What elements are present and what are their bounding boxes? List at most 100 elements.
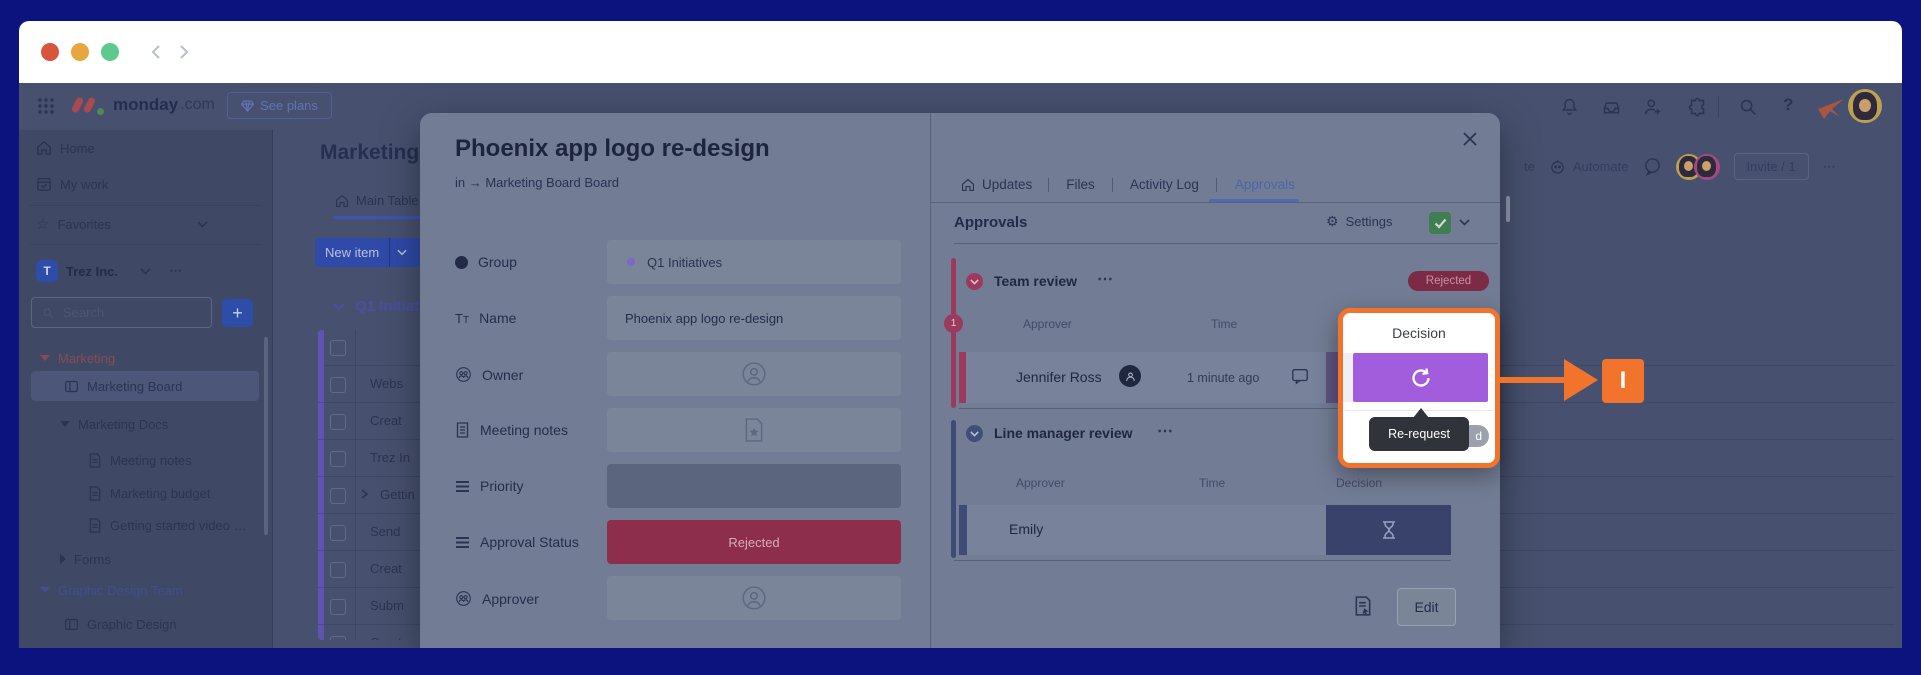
help-icon[interactable]: ? xyxy=(1783,95,1793,115)
sidebar-item-forms[interactable]: Forms xyxy=(60,548,111,570)
board-members-avatars[interactable] xyxy=(1676,154,1720,180)
summary-doc-icon[interactable] xyxy=(1354,596,1372,616)
caret-right-icon xyxy=(60,554,66,564)
field-label-owner: Owner xyxy=(455,366,523,383)
field-value-meeting-notes[interactable] xyxy=(607,408,901,452)
decision-cell-pending[interactable] xyxy=(1326,505,1451,555)
chevron-down-icon[interactable] xyxy=(197,221,208,228)
expand-row-icon[interactable] xyxy=(358,488,370,500)
approval-time: 1 minute ago xyxy=(1187,371,1259,385)
section-title: Team review xyxy=(994,273,1077,289)
tab-approvals[interactable]: Approvals xyxy=(1217,177,1313,192)
row-checkbox[interactable] xyxy=(330,451,346,467)
zoom-window-button[interactable] xyxy=(101,43,119,61)
panel-scrollbar[interactable] xyxy=(1506,196,1510,222)
sidebar-item-my-work[interactable]: My work xyxy=(36,173,108,195)
logo-mark-red xyxy=(71,96,85,113)
sidebar-scrollbar[interactable] xyxy=(264,337,268,535)
tab-main-table[interactable]: Main Table xyxy=(335,193,419,208)
chevron-down-icon[interactable] xyxy=(140,268,151,275)
invite-button[interactable]: Invite / 1 xyxy=(1734,153,1809,180)
calendar-check-icon xyxy=(36,176,52,192)
hourglass-icon xyxy=(1380,520,1398,540)
sidebar-item-marketing-docs[interactable]: Marketing Docs xyxy=(60,413,168,435)
approver-row-emily[interactable]: Emily xyxy=(959,505,1451,555)
minimize-window-button[interactable] xyxy=(71,43,89,61)
sidebar-item-graphic-design[interactable]: Graphic Design xyxy=(64,613,177,635)
field-value-priority[interactable] xyxy=(607,464,901,508)
section-status-pill: Rejected xyxy=(1408,271,1489,291)
workspace-menu-icon[interactable]: ⋯ xyxy=(169,263,183,279)
sidebar-item-marketing-board[interactable]: Marketing Board xyxy=(64,375,182,397)
see-plans-button[interactable]: See plans xyxy=(227,92,332,119)
sidebar-divider xyxy=(29,205,262,206)
select-all-checkbox[interactable] xyxy=(330,340,346,356)
tab-activity-log[interactable]: Activity Log xyxy=(1113,177,1216,192)
inbox-tray-icon[interactable] xyxy=(1601,97,1622,118)
chevron-down-icon[interactable] xyxy=(1459,219,1470,226)
comment-bubble-icon[interactable] xyxy=(1291,367,1309,385)
new-item-button[interactable]: New item xyxy=(315,238,421,267)
nav-back-icon[interactable] xyxy=(147,42,167,62)
truncated-label: te xyxy=(1524,159,1535,174)
nav-forward-icon[interactable] xyxy=(173,42,193,62)
re-request-button[interactable] xyxy=(1353,353,1488,402)
collapse-section-icon[interactable] xyxy=(966,273,983,290)
apps-grid-icon[interactable] xyxy=(36,96,56,116)
row-checkbox[interactable] xyxy=(330,525,346,541)
close-window-button[interactable] xyxy=(41,43,59,61)
text-column-icon: TT xyxy=(455,311,469,326)
chat-bubble-icon[interactable] xyxy=(1643,157,1662,176)
field-value-approver[interactable] xyxy=(607,576,901,620)
row-checkbox[interactable] xyxy=(330,562,346,578)
sidebar-search-input[interactable]: Search xyxy=(31,297,212,328)
sidebar-item-meeting-notes[interactable]: Meeting notes xyxy=(88,449,192,471)
edit-button[interactable]: Edit xyxy=(1397,588,1456,626)
apps-marketplace-puzzle-icon[interactable] xyxy=(1687,96,1709,118)
user-avatar[interactable] xyxy=(1848,89,1882,123)
row-checkbox[interactable] xyxy=(330,488,346,504)
sidebar-workspace-trez[interactable]: T Trez Inc. ⋯ xyxy=(36,259,256,283)
row-checkbox[interactable] xyxy=(330,599,346,615)
notifications-bell-icon[interactable] xyxy=(1559,96,1580,117)
settings-button[interactable]: ⚙ Settings xyxy=(1326,213,1393,230)
chevron-down-icon[interactable] xyxy=(390,249,414,256)
field-label-meeting-notes: Meeting notes xyxy=(455,422,568,438)
sidebar-item-home[interactable]: Home xyxy=(36,137,95,159)
tab-files[interactable]: Files xyxy=(1049,177,1112,192)
field-value-approval-status[interactable]: Rejected xyxy=(607,520,901,564)
sidebar-item-favorites[interactable]: ☆ Favorites xyxy=(36,213,256,235)
automate-button[interactable]: Automate xyxy=(1549,158,1629,175)
field-value-owner[interactable] xyxy=(607,352,901,396)
modal-breadcrumb[interactable]: in → Marketing Board Board xyxy=(455,175,619,190)
row-checkbox[interactable] xyxy=(330,414,346,430)
collapse-section-icon[interactable] xyxy=(966,425,983,442)
row-checkbox[interactable] xyxy=(330,377,346,393)
field-value-group[interactable]: Q1 Initiatives xyxy=(607,240,901,284)
decision-callout-box: Decision d Re-request xyxy=(1338,308,1500,468)
brand-suffix: .com xyxy=(180,96,215,114)
approvals-enabled-checkbox[interactable] xyxy=(1429,212,1451,234)
home-icon xyxy=(36,140,52,156)
sidebar-divider xyxy=(29,244,262,245)
sidebar-item-getting-started-video[interactable]: Getting started video … xyxy=(88,514,247,536)
add-board-button[interactable]: + xyxy=(222,299,253,327)
section-divider xyxy=(954,243,1498,244)
section-menu-icon[interactable]: ⋯ xyxy=(1097,269,1115,289)
section-menu-icon[interactable]: ⋯ xyxy=(1157,421,1175,441)
gear-icon: ⚙ xyxy=(1326,213,1339,230)
refresh-icon xyxy=(1409,366,1433,390)
group-icon xyxy=(455,256,468,269)
invite-members-icon[interactable] xyxy=(1642,96,1664,118)
board-menu-icon[interactable]: ⋯ xyxy=(1823,159,1838,175)
monday-logo[interactable]: monday.com xyxy=(74,95,215,115)
row-checkbox[interactable] xyxy=(330,636,346,640)
sidebar-item-marketing-budget[interactable]: Marketing budget xyxy=(88,482,210,504)
board-icon xyxy=(64,379,79,394)
step-number-badge: 1 xyxy=(944,314,963,333)
field-value-name[interactable]: Phoenix app logo re-design xyxy=(607,296,901,340)
sidebar-workspace-marketing[interactable]: Marketing xyxy=(40,347,115,369)
search-icon[interactable] xyxy=(1737,96,1759,118)
sidebar-workspace-graphic-design-team[interactable]: Graphic Design Team xyxy=(40,579,183,601)
tab-updates[interactable]: Updates xyxy=(961,177,1048,192)
